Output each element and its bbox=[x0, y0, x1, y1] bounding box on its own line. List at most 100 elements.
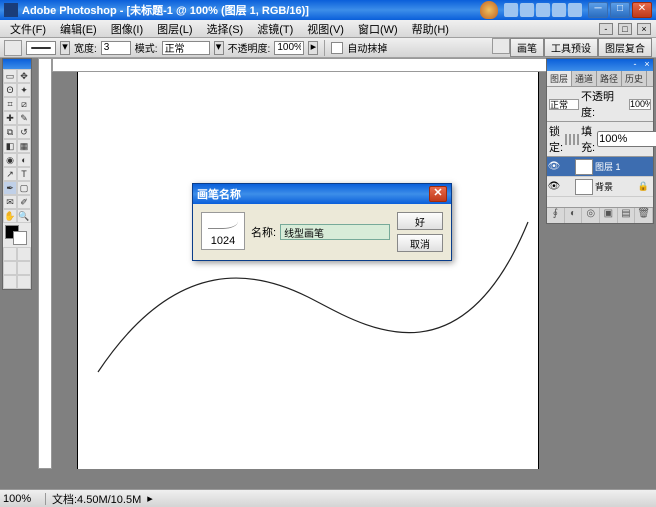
mdi-restore[interactable]: □ bbox=[618, 23, 632, 35]
maximize-button[interactable]: □ bbox=[610, 2, 630, 18]
tool-pen[interactable]: ✒ bbox=[3, 181, 17, 195]
adjustment-button[interactable]: ◎ bbox=[582, 208, 600, 223]
menu-image[interactable]: 图像(I) bbox=[105, 21, 149, 37]
toggle-palettes-button[interactable] bbox=[492, 38, 510, 54]
mask-button[interactable]: ◐ bbox=[565, 208, 583, 223]
palette-toolpresets-button[interactable]: 工具预设 bbox=[544, 38, 598, 57]
dialog-titlebar[interactable]: 画笔名称 ✕ bbox=[193, 184, 451, 204]
lock-pixels[interactable] bbox=[569, 134, 571, 145]
width-input[interactable] bbox=[101, 41, 131, 55]
group-button[interactable]: ▣ bbox=[600, 208, 618, 223]
new-layer-button[interactable]: ▤ bbox=[618, 208, 636, 223]
brush-name-input[interactable] bbox=[280, 224, 390, 240]
tool-path[interactable]: ↗ bbox=[3, 167, 17, 181]
tool-slice[interactable]: ⧄ bbox=[17, 97, 31, 111]
background-color[interactable] bbox=[13, 231, 27, 245]
menu-layer[interactable]: 图层(L) bbox=[151, 21, 198, 37]
fill-input[interactable] bbox=[597, 131, 656, 147]
panel-minimize-icon[interactable]: - bbox=[629, 59, 641, 71]
tool-crop[interactable]: ⌗ bbox=[3, 97, 17, 111]
menu-filter[interactable]: 滤镜(T) bbox=[251, 21, 299, 37]
tool-shape[interactable]: ▢ bbox=[17, 181, 31, 195]
lock-position[interactable] bbox=[573, 134, 575, 145]
tool-lasso[interactable]: ʘ bbox=[3, 83, 17, 97]
menu-select[interactable]: 选择(S) bbox=[201, 21, 250, 37]
tool-hand[interactable]: ✋ bbox=[3, 209, 17, 223]
ruler-vertical[interactable] bbox=[38, 58, 52, 469]
panel-close-icon[interactable]: × bbox=[641, 59, 653, 71]
layer-thumbnail[interactable] bbox=[575, 179, 593, 195]
tool-marquee[interactable]: ▭ bbox=[3, 69, 17, 83]
visibility-icon[interactable]: 👁 bbox=[547, 181, 561, 192]
tool-type[interactable]: T bbox=[17, 167, 31, 181]
mdi-minimize[interactable]: - bbox=[599, 23, 613, 35]
tool-move[interactable]: ✥ bbox=[17, 69, 31, 83]
tab-history[interactable]: 历史 bbox=[622, 71, 647, 86]
brush-preview[interactable] bbox=[26, 41, 56, 55]
assistant-mascot-icon[interactable] bbox=[480, 1, 498, 19]
jump-button[interactable] bbox=[17, 275, 31, 289]
menu-help[interactable]: 帮助(H) bbox=[406, 21, 455, 37]
dialog-close-button[interactable]: ✕ bbox=[429, 186, 447, 202]
ok-button[interactable]: 好 bbox=[397, 212, 443, 230]
opacity-dropdown[interactable]: ▸ bbox=[308, 41, 318, 55]
tool-eyedropper[interactable]: ✐ bbox=[17, 195, 31, 209]
quickmask-mode[interactable] bbox=[17, 247, 31, 261]
tab-layers[interactable]: 图层 bbox=[547, 71, 572, 86]
info-dropdown-icon[interactable]: ▸ bbox=[147, 492, 153, 505]
tool-preset-picker[interactable] bbox=[4, 40, 22, 56]
screen-standard[interactable] bbox=[3, 261, 17, 275]
layer-name[interactable]: 图层 1 bbox=[595, 160, 621, 173]
tool-zoom[interactable]: 🔍 bbox=[17, 209, 31, 223]
lock-transparency[interactable] bbox=[565, 134, 567, 145]
blend-mode-select[interactable] bbox=[549, 99, 579, 110]
layer-opacity-input[interactable] bbox=[629, 99, 651, 110]
tool-gradient[interactable]: ▦ bbox=[17, 139, 31, 153]
mode-dropdown[interactable]: ▾ bbox=[214, 41, 224, 55]
zoom-field[interactable]: 100% bbox=[0, 493, 46, 505]
opacity-input[interactable] bbox=[274, 41, 304, 55]
doc-info[interactable]: 文档:4.50M/10.5M bbox=[46, 491, 147, 507]
layer-name[interactable]: 背景 bbox=[595, 180, 613, 193]
tool-eraser[interactable]: ◧ bbox=[3, 139, 17, 153]
standard-mode[interactable] bbox=[3, 247, 17, 261]
brush-dropdown[interactable]: ▾ bbox=[60, 41, 70, 55]
tool-history-brush[interactable]: ↺ bbox=[17, 125, 31, 139]
palette-brushes-button[interactable]: 画笔 bbox=[510, 38, 544, 57]
layer-row-background[interactable]: 👁 背景 🔒 bbox=[547, 177, 653, 197]
tool-stamp[interactable]: ⧉ bbox=[3, 125, 17, 139]
lock-all[interactable] bbox=[577, 134, 579, 145]
palette-layercomps-button[interactable]: 图层复合 bbox=[598, 38, 652, 57]
fx-button[interactable]: ∮ bbox=[547, 208, 565, 223]
color-swatches bbox=[3, 223, 31, 247]
tool-heal[interactable]: ✚ bbox=[3, 111, 17, 125]
delete-layer-button[interactable]: 🗑 bbox=[635, 208, 653, 223]
mode-select[interactable] bbox=[162, 41, 210, 55]
layer-thumbnail[interactable] bbox=[575, 159, 593, 175]
tool-notes[interactable]: ✉ bbox=[3, 195, 17, 209]
menu-edit[interactable]: 编辑(E) bbox=[54, 21, 103, 37]
menu-view[interactable]: 视图(V) bbox=[301, 21, 350, 37]
menu-window[interactable]: 窗口(W) bbox=[352, 21, 404, 37]
screen-full[interactable] bbox=[3, 275, 17, 289]
autoerase-checkbox[interactable] bbox=[331, 42, 343, 54]
document-canvas[interactable] bbox=[78, 72, 538, 469]
menu-file[interactable]: 文件(F) bbox=[4, 21, 52, 37]
tool-brush[interactable]: ✎ bbox=[17, 111, 31, 125]
layer-row-1[interactable]: 👁 图层 1 bbox=[547, 157, 653, 177]
minimize-button[interactable]: ─ bbox=[588, 2, 608, 18]
visibility-icon[interactable]: 👁 bbox=[547, 161, 561, 172]
close-button[interactable]: ✕ bbox=[632, 2, 652, 18]
panel-header[interactable]: -× bbox=[547, 59, 653, 71]
tab-channels[interactable]: 通道 bbox=[572, 71, 597, 86]
toolbox-header[interactable] bbox=[3, 59, 31, 69]
tab-paths[interactable]: 路径 bbox=[597, 71, 622, 86]
layers-footer: ∮ ◐ ◎ ▣ ▤ 🗑 bbox=[547, 207, 653, 223]
name-label: 名称: bbox=[251, 224, 276, 240]
cancel-button[interactable]: 取消 bbox=[397, 234, 443, 252]
mdi-close[interactable]: × bbox=[637, 23, 651, 35]
tool-dodge[interactable]: ◐ bbox=[17, 153, 31, 167]
screen-full-menubar[interactable] bbox=[17, 261, 31, 275]
tool-blur[interactable]: ◉ bbox=[3, 153, 17, 167]
tool-wand[interactable]: ✦ bbox=[17, 83, 31, 97]
